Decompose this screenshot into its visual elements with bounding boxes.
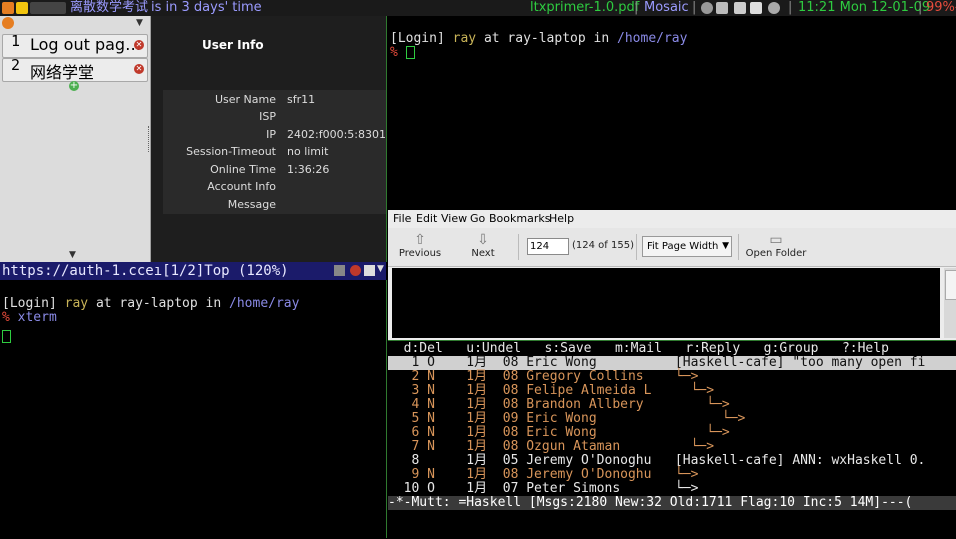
- menu-edit[interactable]: Edit: [416, 212, 437, 225]
- block-icon[interactable]: [350, 265, 361, 276]
- menu-help[interactable]: Help: [549, 212, 574, 225]
- mail-row[interactable]: 9 N 1月 08 Jeremy O'Donoghu └─>: [388, 468, 698, 482]
- menu-bar: File Edit View Go Bookmarks Help: [388, 210, 956, 228]
- reminder-cn: 离散数学考试: [70, 0, 149, 15]
- script-icon[interactable]: [334, 265, 345, 276]
- taskbar-thumbnail-icon[interactable]: [30, 2, 66, 14]
- mail-row[interactable]: 7 N 1月 08 Ozgun Ataman └─>: [388, 440, 714, 454]
- terminal-prompt-line: [Login] ray at ray-laptop in /home/ray: [2, 296, 300, 311]
- table-row: Online Time 1:36:26: [210, 163, 330, 176]
- mutt-help-line: d:Del u:Undel s:Save m:Mail r:Reply g:Gr…: [388, 341, 889, 356]
- menu-view[interactable]: View: [441, 212, 467, 225]
- mail-row[interactable]: 10 O 1月 07 Peter Simons └─>: [388, 482, 699, 496]
- table-row: Message: [227, 198, 276, 211]
- chevron-down-icon: ▼: [722, 241, 729, 251]
- mail-row[interactable]: 1 O 1月 08 Eric Wong [Haskell-cafe] "too …: [388, 356, 956, 370]
- close-icon[interactable]: ✕: [134, 40, 144, 50]
- vertical-scrollbar[interactable]: [944, 268, 956, 338]
- page-title: User Info: [202, 38, 264, 52]
- app-launcher-icon[interactable]: [2, 2, 14, 14]
- table-row: Account Info: [207, 180, 276, 193]
- status-url: https://auth-1.cceı[1/2]Top (120%): [2, 263, 289, 279]
- table-row: Session-Timeout no limit: [186, 145, 329, 158]
- mail-row[interactable]: 6 N 1月 08 Eric Wong └─>: [388, 426, 729, 440]
- app-name[interactable]: Mosaic: [644, 0, 689, 16]
- next-button[interactable]: ⇩ Next: [466, 232, 500, 259]
- scrollbar-thumb[interactable]: [945, 270, 956, 300]
- menu-bookmarks[interactable]: Bookmarks: [489, 212, 550, 225]
- battery-status: 99%-: [926, 0, 956, 15]
- tray-icon[interactable]: [716, 2, 728, 14]
- close-icon[interactable]: ✕: [134, 64, 144, 74]
- menu-go[interactable]: Go: [470, 212, 485, 225]
- table-row: ISP: [259, 110, 276, 123]
- window-list-icon[interactable]: [16, 2, 28, 14]
- mail-row[interactable]: 3 N 1月 08 Felipe Almeida L └─>: [388, 384, 714, 398]
- zoom-select[interactable]: Fit Page Width ▼: [642, 236, 732, 257]
- table-row: IP 2402:f000:5:8301:2: [266, 128, 386, 141]
- separator: [636, 234, 637, 260]
- firefox-icon: [2, 17, 14, 29]
- reminder-en: is in 3 days' time: [151, 0, 262, 15]
- top-status-bar: 离散数学考试 is in 3 days' time ltxprimer-1.0.…: [0, 0, 956, 16]
- tab-sidebar: ▼ 1 Log out pag… ✕ 2 网络学堂 ✕ + ▼: [0, 16, 151, 262]
- tab-wangluo[interactable]: 2 网络学堂 ✕: [2, 56, 148, 82]
- tray-icon[interactable]: [768, 2, 780, 14]
- page-number-input[interactable]: 124: [527, 238, 569, 255]
- open-folder-button[interactable]: ▭ Open Folder: [744, 232, 808, 259]
- tab-logout[interactable]: 1 Log out pag… ✕: [2, 32, 148, 58]
- terminal-command-line: % xterm: [2, 310, 57, 325]
- chevron-down-icon[interactable]: ▼: [69, 250, 76, 260]
- chevron-down-icon[interactable]: ▼: [136, 18, 143, 28]
- menu-file[interactable]: File: [393, 212, 411, 225]
- pdf-page-area[interactable]: [392, 268, 940, 338]
- folder-icon: ▭: [769, 232, 783, 248]
- mail-row[interactable]: 8 1月 05 Jeremy O'Donoghu [Haskell-cafe] …: [388, 454, 925, 468]
- mail-row[interactable]: 5 N 1月 09 Eric Wong └─>: [388, 412, 745, 426]
- mutt-status-line: -*-Mutt: =Haskell [Msgs:2180 New:32 Old:…: [388, 496, 956, 510]
- terminal-cursor: [2, 326, 11, 345]
- separator: [738, 234, 739, 260]
- mail-row[interactable]: 4 N 1月 08 Brandon Allbery └─>: [388, 398, 729, 412]
- arrow-down-icon: ⇩: [477, 232, 489, 248]
- arrow-up-icon: ⇧: [414, 232, 426, 248]
- browser-status-line: https://auth-1.cceı[1/2]Top (120%) ▼: [0, 262, 386, 280]
- tab-label: 网络学堂: [30, 63, 95, 82]
- table-row: User Name sfr11: [214, 93, 316, 106]
- tray-icon[interactable]: [750, 2, 762, 14]
- active-window-title[interactable]: ltxprimer-1.0.pdf: [530, 0, 639, 16]
- addon-icon[interactable]: [364, 265, 375, 276]
- terminal-prompt-line: [Login] ray at ray-laptop in /home/ray: [390, 31, 688, 46]
- tray-icon[interactable]: [734, 2, 746, 14]
- xterm-window[interactable]: [0, 280, 387, 538]
- separator: [518, 234, 519, 260]
- chevron-down-icon[interactable]: ▼: [377, 264, 384, 274]
- mail-row[interactable]: 2 N 1月 08 Gregory Collins └─>: [388, 370, 698, 384]
- add-tab-icon[interactable]: +: [69, 81, 79, 91]
- clock: 11:21 Mon 12-01-09: [798, 0, 931, 15]
- user-info-table: User Name sfr11 ISP IP 2402:f000:5:8301:2 …: [163, 90, 386, 214]
- previous-button[interactable]: ⇧ Previous: [398, 232, 442, 259]
- zoom-value: Fit Page Width: [647, 241, 719, 252]
- terminal-command-line: %: [390, 46, 415, 60]
- tab-label: Log out pag…: [30, 35, 142, 54]
- page-count: (124 of 155): [572, 240, 634, 251]
- tray-icon[interactable]: [701, 2, 713, 14]
